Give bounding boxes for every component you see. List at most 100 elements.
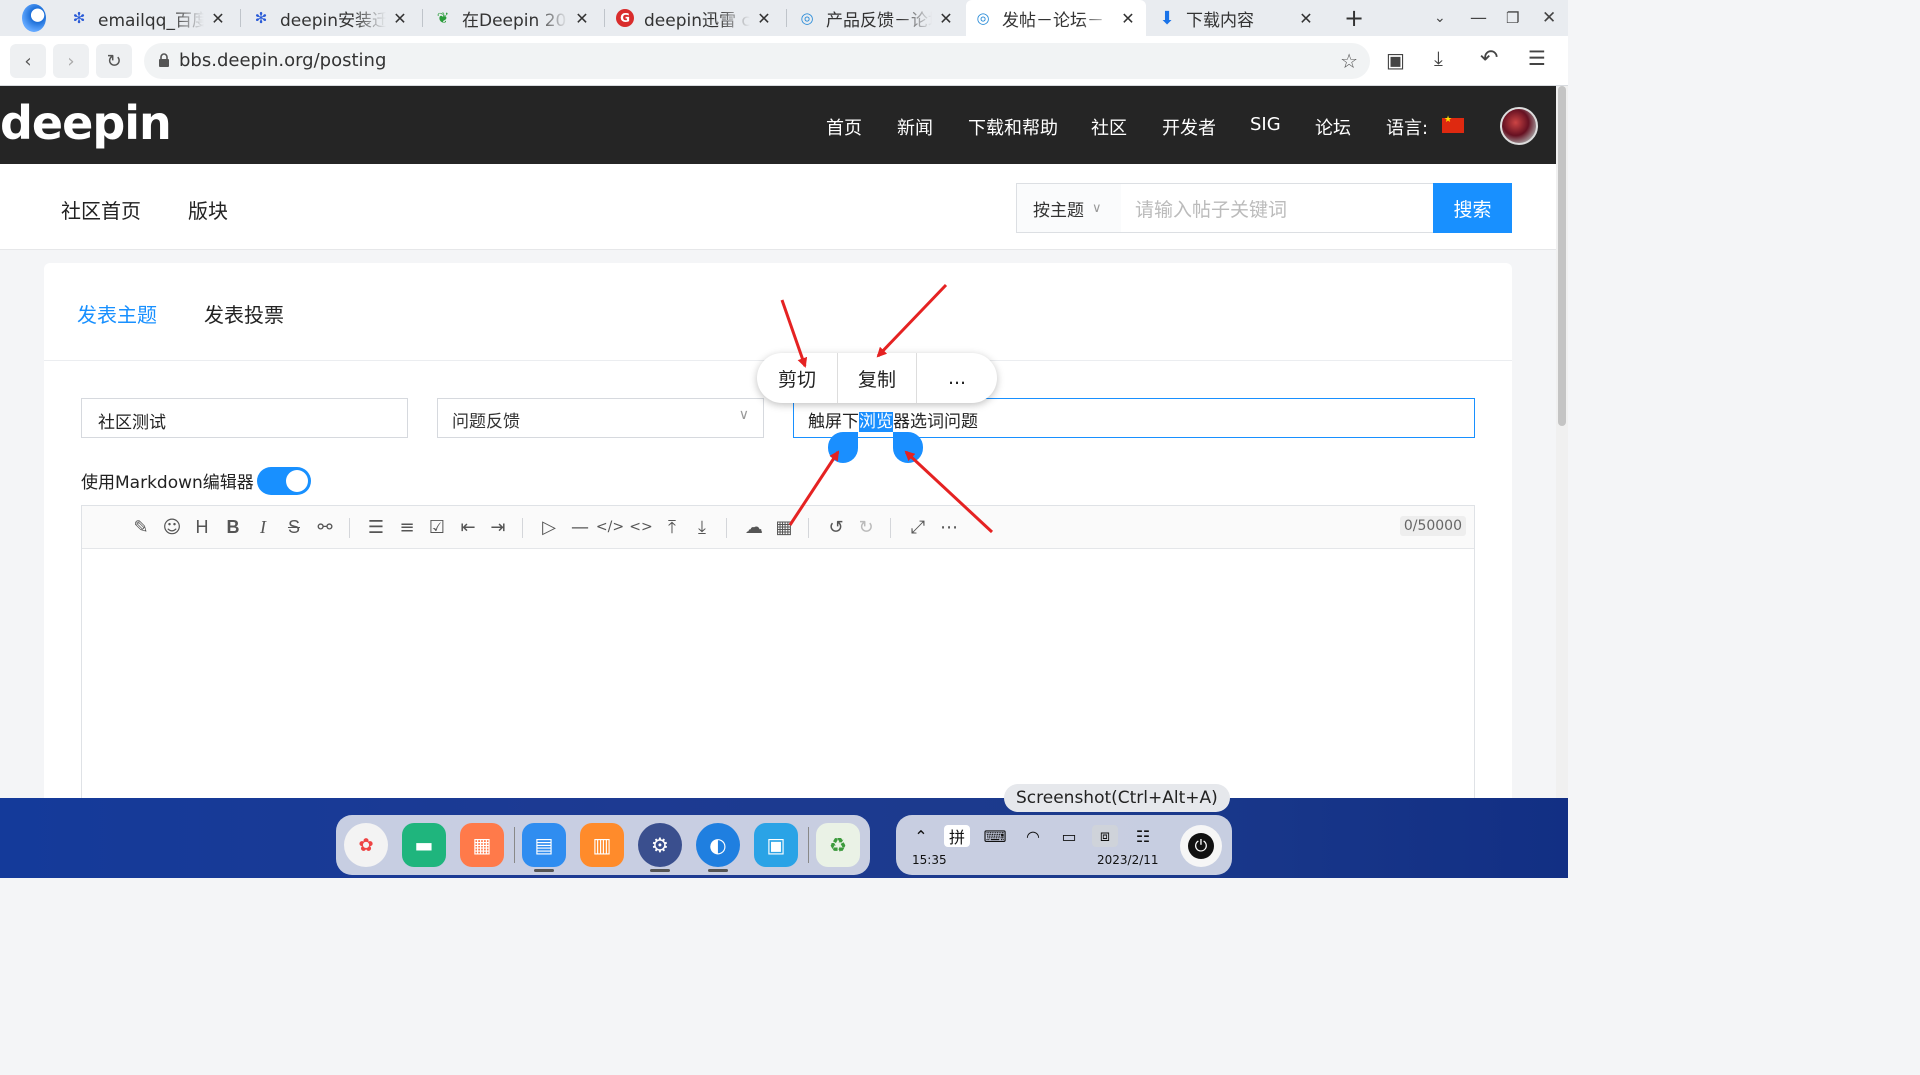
outdent-icon[interactable]: ⇤ [456,515,480,539]
copy-button[interactable]: 复制 [838,353,916,403]
nav-developer[interactable]: 开发者 [1162,114,1216,140]
subnav-boards[interactable]: 版块 [188,195,228,224]
screenshot-app-icon[interactable]: ▣ [754,823,798,867]
subnav-community-home[interactable]: 社区首页 [61,195,141,224]
menu-icon[interactable]: ☰ [1528,46,1546,70]
insert-before-icon[interactable]: ⤒ [660,515,684,539]
numbered-list-icon[interactable]: ≡ [395,515,419,539]
reload-button[interactable]: ↻ [96,44,132,78]
forward-button[interactable]: › [53,44,89,78]
emoji-icon[interactable]: ☺ [160,515,184,539]
new-tab-button[interactable]: + [1336,0,1372,36]
edit-icon[interactable]: ✎ [129,515,153,539]
heading-icon[interactable]: H [190,515,214,539]
control-center-icon[interactable]: ⚙ [638,823,682,867]
tab-title: deepin安装迁移 [280,10,386,31]
address-bar[interactable]: bbs.deepin.org/posting ☆ [144,43,1370,79]
undo-icon[interactable]: ↺ [824,515,848,539]
italic-icon[interactable]: I [251,515,275,539]
nav-news[interactable]: 新闻 [897,114,933,140]
more-options-button[interactable]: ... [917,353,997,403]
window-close-icon[interactable]: ✕ [1534,0,1562,36]
code-block-icon[interactable]: </> [596,515,624,539]
page-scrollbar[interactable] [1556,86,1568,798]
table-icon[interactable]: ▦ [772,515,796,539]
clock-time: 15:35 [912,853,947,867]
wifi-icon[interactable]: ◠ [1020,825,1046,847]
close-tab-icon[interactable]: ✕ [936,9,956,28]
search-button[interactable]: 搜索 [1433,183,1512,233]
close-tab-icon[interactable]: ✕ [754,9,774,28]
tab-emailqq[interactable]: ✻ emailqq_百度搜索 ✕ [62,0,236,36]
tab-deepin-install[interactable]: ✻ deepin安装迁移 ✕ [244,0,418,36]
terminal-icon[interactable]: ▬ [402,823,446,867]
restore-icon[interactable]: ❐ [1498,0,1526,36]
tab-deepin20[interactable]: ❦ 在Deepin 20中 ✕ [426,0,600,36]
nav-forum[interactable]: 论坛 [1315,114,1351,140]
nav-community[interactable]: 社区 [1091,114,1127,140]
tab-search-chevron-icon[interactable]: ⌄ [1426,0,1454,36]
scrollbar-thumb[interactable] [1558,86,1566,426]
download-icon[interactable]: ⤓ [1434,46,1443,70]
keyboard-icon[interactable]: ⌨ [982,825,1008,847]
deepin-logo[interactable]: deepin [0,96,172,150]
power-button[interactable] [1180,825,1222,867]
nav-home[interactable]: 首页 [826,114,862,140]
tab-downloads[interactable]: ⬇ 下载内容 ✕ [1150,0,1324,36]
multitask-icon[interactable]: ▦ [460,823,504,867]
bookmarks-icon[interactable]: ▣ [1386,48,1405,72]
fullscreen-icon[interactable]: ⤢ [906,515,930,539]
community-field[interactable]: 社区测试 [81,398,408,438]
tab-posting-active[interactable]: ◎ 发帖－论坛－ ✕ [966,0,1146,36]
more-icon[interactable]: ⋯ [937,515,961,539]
strikethrough-icon[interactable]: S [282,515,306,539]
file-manager-icon[interactable]: ▤ [522,823,566,867]
upload-icon[interactable]: ☁ [742,515,766,539]
tray-expand-icon[interactable]: ⌃ [908,825,934,847]
quote-icon[interactable]: ▷ [537,515,561,539]
category-select[interactable]: 问题反馈 ∨ [437,398,764,438]
close-tab-icon[interactable]: ✕ [208,9,228,28]
search-input[interactable]: 请输入帖子关键词 [1121,183,1434,233]
inline-code-icon[interactable]: <> [629,515,653,539]
battery-icon[interactable]: ▭ [1056,825,1082,847]
minimize-icon[interactable]: — [1462,0,1490,36]
screenshot-tray-icon[interactable]: ⧈ [1092,825,1118,847]
markdown-toggle[interactable] [257,467,311,495]
tab-post-poll[interactable]: 发表投票 [204,299,284,328]
app-store-icon[interactable]: ▥ [580,823,624,867]
tab-product-feedback[interactable]: ◎ 产品反馈－论坛 ✕ [790,0,964,36]
redo-icon[interactable]: ↻ [854,515,878,539]
browser-icon[interactable]: ◐ [696,823,740,867]
control-toggle-icon[interactable]: ☷ [1130,825,1156,847]
search-type-select[interactable]: 按主题 ∨ [1016,183,1122,233]
close-tab-icon[interactable]: ✕ [390,9,410,28]
selection-handle-start[interactable] [828,432,858,463]
tab-deepin-xunlei[interactable]: G deepin迅雷 chr ✕ [608,0,782,36]
checklist-icon[interactable]: ☑ [425,515,449,539]
selection-handle-end[interactable] [893,432,923,463]
link-icon[interactable]: ⚯ [313,515,337,539]
tab-title: 下载内容 [1186,10,1254,31]
back-button[interactable]: ‹ [10,44,46,78]
undo-icon[interactable]: ↶ [1480,46,1498,71]
trash-icon[interactable]: ♻ [816,823,860,867]
close-tab-icon[interactable]: ✕ [1118,9,1138,28]
indent-icon[interactable]: ⇥ [486,515,510,539]
horizontal-rule-icon[interactable]: — [568,515,592,539]
bookmark-star-icon[interactable]: ☆ [1340,49,1358,73]
bold-icon[interactable]: B [221,515,245,539]
markdown-editor[interactable]: ✎ ☺ H B I S ⚯ ☰ ≡ ☑ ⇤ ⇥ ▷ — </> <> ⤒ ⤓ ☁… [81,505,1475,825]
launcher-icon[interactable]: ✿ [344,823,388,867]
avatar[interactable] [1500,107,1538,145]
cut-button[interactable]: 剪切 [757,353,837,403]
insert-after-icon[interactable]: ⤓ [690,515,714,539]
close-tab-icon[interactable]: ✕ [572,9,592,28]
bullet-list-icon[interactable]: ☰ [364,515,388,539]
china-flag-icon[interactable] [1442,115,1464,133]
nav-sig[interactable]: SIG [1250,114,1281,135]
nav-download-help[interactable]: 下载和帮助 [968,114,1058,140]
input-method-icon[interactable]: 拼 [944,825,970,847]
close-tab-icon[interactable]: ✕ [1296,9,1316,28]
tab-post-topic[interactable]: 发表主题 [77,299,157,328]
